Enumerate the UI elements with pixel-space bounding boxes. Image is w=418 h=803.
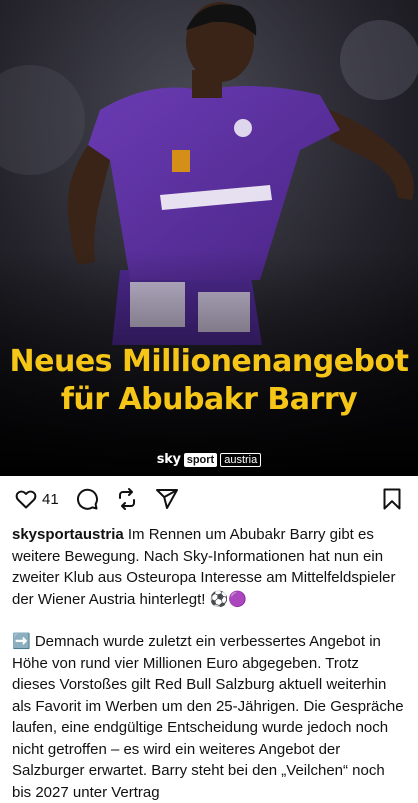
heart-icon (15, 490, 37, 509)
post-image[interactable]: Neues Millionenangebot für Abubakr Barry… (0, 0, 418, 476)
share-icon (155, 489, 178, 509)
like-count: 41 (42, 490, 59, 508)
comment-icon (76, 488, 98, 510)
repost-icon (118, 488, 135, 510)
save-button[interactable] (380, 487, 404, 516)
brand-country: austria (220, 452, 262, 467)
comment-button[interactable] (75, 487, 99, 511)
brand-sport: sport (183, 452, 218, 467)
bookmark-icon (383, 488, 401, 510)
share-button[interactable] (155, 487, 179, 511)
post-actions-bar: 41 (0, 476, 418, 522)
brand-sky: sky (156, 452, 181, 467)
caption-paragraph-1: skysportaustria Im Rennen um Abubakr Bar… (12, 524, 406, 610)
caption-username[interactable]: skysportaustria (12, 526, 124, 543)
repost-button[interactable] (115, 487, 139, 511)
sky-sport-austria-logo: sky sport austria (0, 452, 418, 467)
post-caption: skysportaustria Im Rennen um Abubakr Bar… (0, 524, 418, 803)
caption-paragraph-2: ➡️ Demnach wurde zuletzt ein verbesserte… (12, 633, 404, 801)
headline-line1: Neues Millionenangebot (9, 344, 409, 379)
headline-line2: für Abubakr Barry (60, 382, 358, 417)
like-button[interactable]: 41 (14, 487, 59, 511)
